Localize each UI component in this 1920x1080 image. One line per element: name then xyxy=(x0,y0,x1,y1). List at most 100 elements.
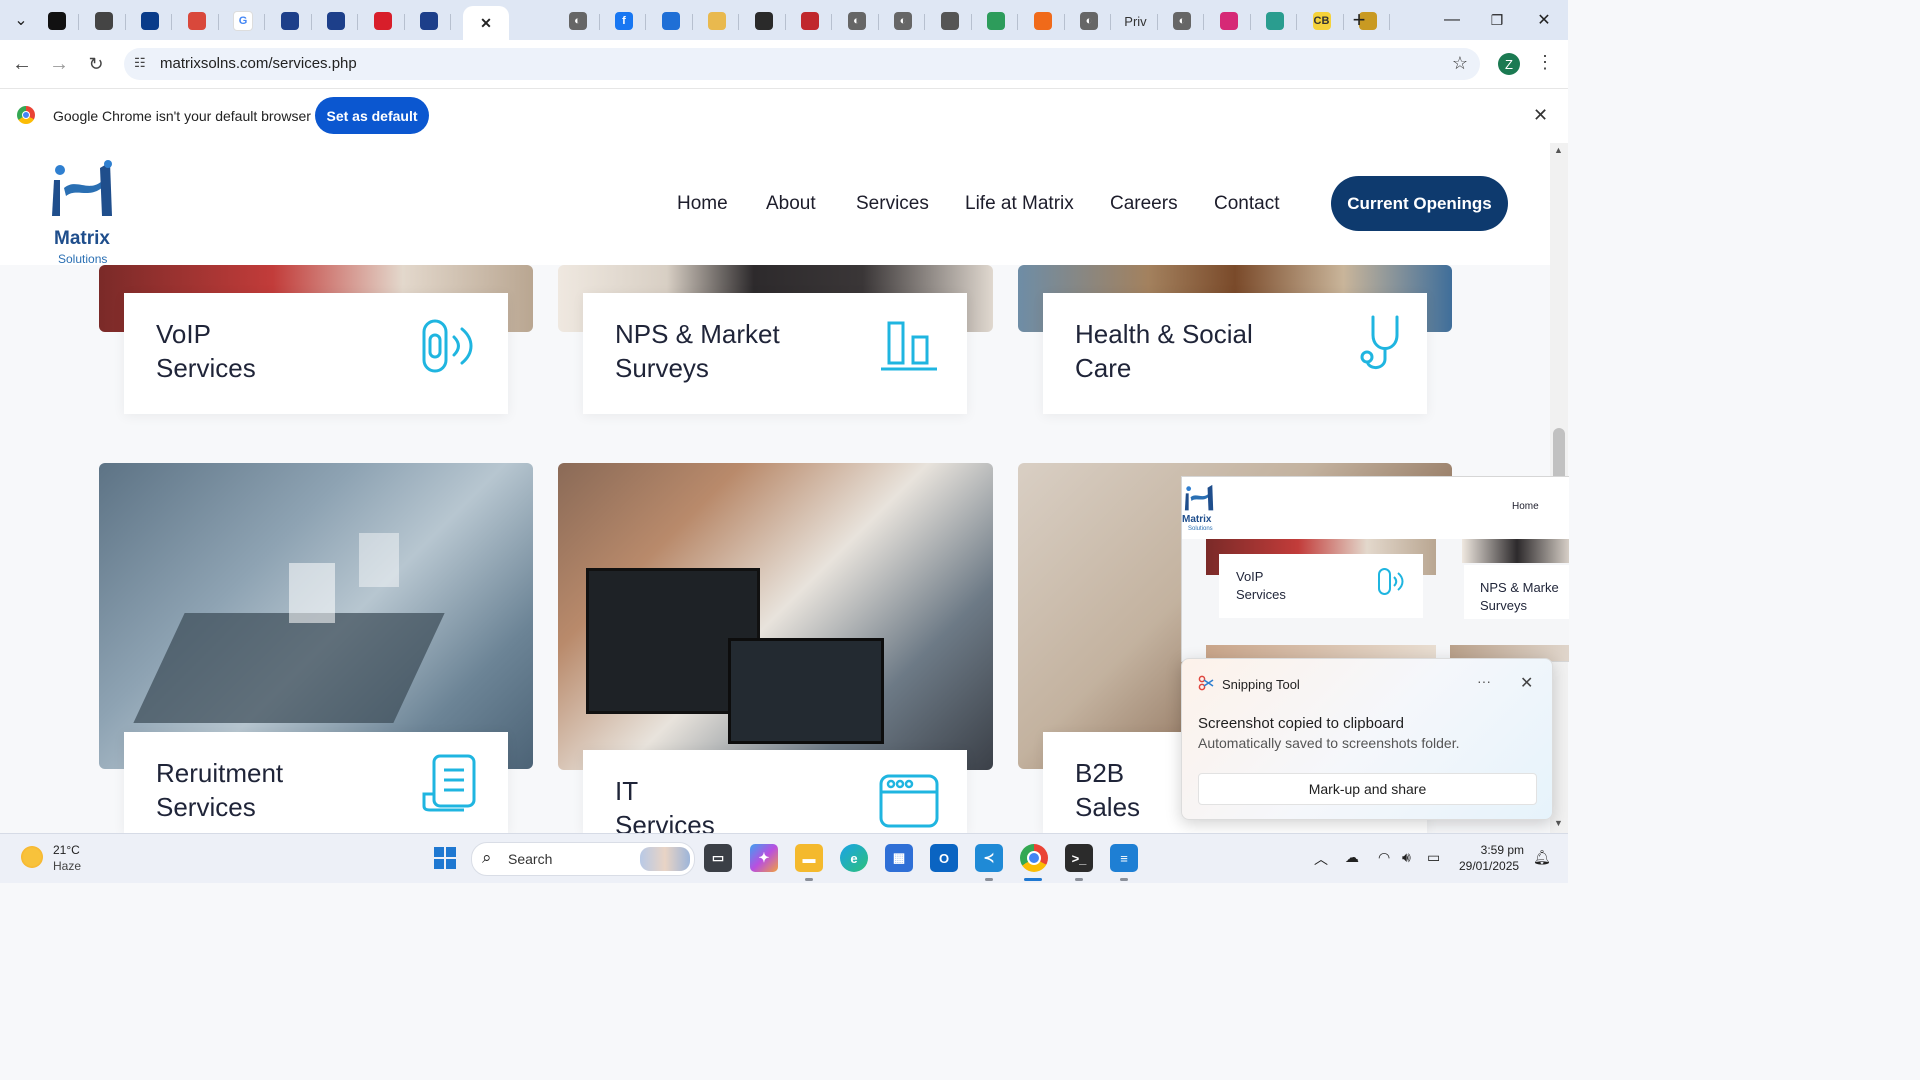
volume-icon[interactable]: 🔊︎ xyxy=(1402,849,1411,866)
calendar-icon xyxy=(801,12,819,30)
terminal-icon[interactable]: >_ xyxy=(1065,844,1093,872)
outlook-icon[interactable]: O xyxy=(930,844,958,872)
browser-tab[interactable]: ◐ xyxy=(1160,6,1204,36)
tab-separator xyxy=(598,14,600,30)
service-card-it[interactable]: IT Services xyxy=(583,750,967,840)
start-windows-icon[interactable] xyxy=(431,844,459,872)
profile-avatar[interactable]: Z xyxy=(1498,53,1520,75)
browser-tab[interactable] xyxy=(974,6,1018,36)
vscode-icon[interactable]: ≺ xyxy=(975,844,1003,872)
service-card-health[interactable]: Health & Social Care xyxy=(1043,293,1427,414)
close-window-button[interactable]: ✕ xyxy=(1529,8,1559,32)
clock-time[interactable]: 3:59 pm xyxy=(1478,843,1524,857)
weather-condition[interactable]: Haze xyxy=(53,859,81,873)
browser-tab[interactable] xyxy=(928,6,972,36)
battery-icon[interactable]: ▭ xyxy=(1427,849,1440,866)
notepad-icon[interactable]: ≡ xyxy=(1110,844,1138,872)
chrome-taskbar-icon[interactable] xyxy=(1020,844,1048,872)
address-bar[interactable]: ☷ matrixsolns.com/services.php ☆ xyxy=(124,48,1480,80)
browser-menu-icon[interactable]: ⋮ xyxy=(1536,52,1554,73)
meta-icon xyxy=(141,12,159,30)
browser-tab[interactable] xyxy=(1253,6,1297,36)
running-indicator xyxy=(1075,878,1083,881)
mark-up-and-share-button[interactable]: Mark-up and share xyxy=(1198,773,1537,805)
reload-icon[interactable]: ↻ xyxy=(84,52,108,76)
service-title: IT Services xyxy=(615,776,715,840)
toast-close-icon[interactable]: ✕ xyxy=(1520,673,1533,693)
browser-tab[interactable] xyxy=(695,6,739,36)
browser-tab[interactable] xyxy=(407,6,451,36)
bookmark-star-icon[interactable]: ☆ xyxy=(1452,53,1468,74)
matrix-logo[interactable]: Matrix Solutions xyxy=(48,158,120,266)
browser-tab[interactable]: ◐ xyxy=(881,6,925,36)
browser-tab[interactable] xyxy=(82,6,126,36)
browser-tab[interactable] xyxy=(268,6,312,36)
show-hidden-icons-chevron-icon[interactable]: ︿ xyxy=(1314,849,1328,869)
stethoscope-icon xyxy=(1360,315,1399,369)
microsoft-store-icon[interactable]: ▦ xyxy=(885,844,913,872)
browser-tab[interactable] xyxy=(314,6,358,36)
close-icon: ✕ xyxy=(480,14,492,31)
browser-tab[interactable]: ◐ xyxy=(835,6,879,36)
browser-tab[interactable]: ◐ xyxy=(1067,6,1111,36)
nav-life-at-matrix[interactable]: Life at Matrix xyxy=(965,193,1074,215)
service-card-voip[interactable]: VoIP Services xyxy=(124,293,508,414)
toast-more-options[interactable]: ··· xyxy=(1477,673,1491,689)
scroll-down-icon[interactable]: ▼ xyxy=(1554,818,1563,828)
scroll-up-icon[interactable]: ▲ xyxy=(1554,145,1563,155)
tab-separator xyxy=(171,14,172,30)
browser-tab[interactable] xyxy=(742,6,786,36)
url-text[interactable]: matrixsolns.com/services.php xyxy=(160,55,357,72)
nav-careers[interactable]: Careers xyxy=(1110,193,1178,215)
file-explorer-icon[interactable]: ▬ xyxy=(795,844,823,872)
browser-tab[interactable]: CB xyxy=(1300,6,1344,36)
restore-button[interactable]: ❐ xyxy=(1482,8,1512,32)
nav-services[interactable]: Services xyxy=(856,193,929,215)
tab-search-chevron-icon[interactable]: ⌄ xyxy=(6,8,36,32)
preview-card-1-title: VoIP Services xyxy=(1236,569,1286,602)
loading-icon xyxy=(940,12,959,30)
browser-tab[interactable] xyxy=(128,6,172,36)
site-info-icon[interactable]: ☷ xyxy=(134,55,152,73)
nav-home[interactable]: Home xyxy=(677,193,728,215)
edge-browser-icon[interactable]: e xyxy=(840,844,868,872)
weather-temperature[interactable]: 21°C xyxy=(53,843,80,857)
recruitment-photo xyxy=(99,463,533,769)
browser-tab[interactable]: G xyxy=(221,6,265,36)
taskbar-search-input[interactable]: ⌕ Search xyxy=(471,842,695,876)
browser-tab[interactable]: f xyxy=(602,6,646,36)
browser-tab[interactable] xyxy=(1207,6,1251,36)
back-icon[interactable]: ← xyxy=(10,52,34,76)
tab-separator xyxy=(877,14,879,30)
infobar-close-icon[interactable]: ✕ xyxy=(1533,105,1548,126)
browser-tab[interactable] xyxy=(788,6,832,36)
browser-tab[interactable]: ✕ xyxy=(463,6,509,40)
copilot-app-icon[interactable]: ✦ xyxy=(750,844,778,872)
forward-icon[interactable]: → xyxy=(47,52,71,76)
current-openings-button[interactable]: Current Openings xyxy=(1331,176,1508,231)
set-as-default-button[interactable]: Set as default xyxy=(315,97,429,134)
brand-icon xyxy=(708,12,726,30)
weather-haze-icon[interactable] xyxy=(21,846,43,868)
service-card-recruitment[interactable]: Reruitment Services xyxy=(124,732,508,833)
service-card-surveys[interactable]: NPS & Market Surveys xyxy=(583,293,967,414)
browser-tab[interactable] xyxy=(361,6,405,36)
nav-about[interactable]: About xyxy=(766,193,816,215)
browser-tab[interactable]: Priv xyxy=(1114,6,1158,36)
minimize-button[interactable]: — xyxy=(1437,8,1467,32)
browser-tab[interactable] xyxy=(35,6,79,36)
toast-subtext: Automatically saved to screenshots folde… xyxy=(1198,735,1460,751)
nav-contact[interactable]: Contact xyxy=(1214,193,1279,215)
wifi-icon[interactable]: ◠ xyxy=(1378,849,1390,866)
notification-bell-icon[interactable]: 🔔︎ xyxy=(1533,849,1551,866)
screenshot-preview[interactable]: Matrix Solutions Home VoIP Services NPS … xyxy=(1181,476,1569,662)
browser-tab[interactable] xyxy=(175,6,219,36)
browser-tab[interactable] xyxy=(1021,6,1065,36)
task-view-icon[interactable]: ▭ xyxy=(704,844,732,872)
onedrive-icon[interactable]: ☁ xyxy=(1345,849,1359,866)
tab-separator xyxy=(1110,14,1111,30)
new-tab-button[interactable]: + xyxy=(1344,7,1374,32)
browser-tab[interactable]: ◐ xyxy=(556,6,600,36)
browser-tab[interactable] xyxy=(649,6,693,36)
clock-date[interactable]: 29/01/2025 xyxy=(1459,859,1519,873)
